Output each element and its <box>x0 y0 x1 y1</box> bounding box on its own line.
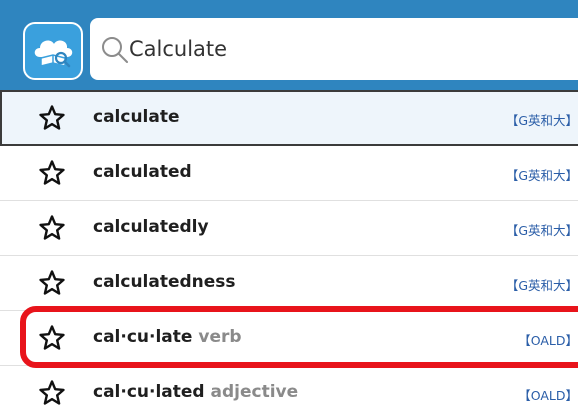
search-icon <box>102 37 128 63</box>
headword-text: calculatedly <box>93 217 209 237</box>
headword-text: calculatedness <box>93 272 236 292</box>
result-headword[interactable]: cal·cu·late verb <box>93 327 242 347</box>
cloud-dictionary-icon[interactable] <box>23 22 83 80</box>
result-headword[interactable]: cal·cu·lated adjective <box>93 382 298 402</box>
headword-text: calculated <box>93 162 192 182</box>
favorite-star-icon[interactable] <box>38 159 66 187</box>
favorite-star-icon[interactable] <box>38 379 66 407</box>
favorite-star-icon[interactable] <box>38 324 66 352</box>
cloud-book-glyph <box>34 40 73 68</box>
favorite-star-icon[interactable] <box>38 104 66 132</box>
part-of-speech: verb <box>198 327 242 347</box>
result-row[interactable]: cal·cu·late verb 【OALD】 <box>0 311 578 366</box>
search-box[interactable] <box>90 18 578 80</box>
result-headword[interactable]: calculate <box>93 107 180 127</box>
dictionary-tag: 【OALD】 <box>518 388 578 403</box>
dictionary-tag: 【G英和大】 <box>505 223 578 238</box>
part-of-speech: adjective <box>210 382 299 402</box>
dictionary-tag: 【G英和大】 <box>505 168 578 183</box>
dictionary-app: calculate【G英和大】calculated【G英和大】calculate… <box>0 0 578 420</box>
results-list: calculate 【G英和大】 calculated 【G英和大】 calculate… <box>0 90 578 420</box>
dictionary-tag: 【G英和大】 <box>505 113 578 128</box>
result-row[interactable]: cal·cu·lated adjective 【OALD】 <box>0 366 578 420</box>
result-headword[interactable]: calculatedness <box>93 272 236 292</box>
favorite-star-icon[interactable] <box>38 269 66 297</box>
result-headword[interactable]: calculatedly <box>93 217 209 237</box>
search-input[interactable] <box>128 27 578 71</box>
headword-text: cal·cu·late <box>93 327 193 347</box>
dictionary-tag: 【G英和大】 <box>505 278 578 293</box>
result-headword[interactable]: calculated <box>93 162 192 182</box>
result-row[interactable]: calculate 【G英和大】 <box>0 90 578 146</box>
search-header <box>0 0 578 90</box>
dictionary-tag: 【OALD】 <box>518 333 578 348</box>
headword-text: calculate <box>93 107 180 127</box>
result-row[interactable]: calculatedness 【G英和大】 <box>0 256 578 311</box>
favorite-star-icon[interactable] <box>38 214 66 242</box>
headword-text: cal·cu·lated <box>93 382 205 402</box>
result-row[interactable]: calculatedly 【G英和大】 <box>0 201 578 256</box>
result-row[interactable]: calculated 【G英和大】 <box>0 146 578 201</box>
